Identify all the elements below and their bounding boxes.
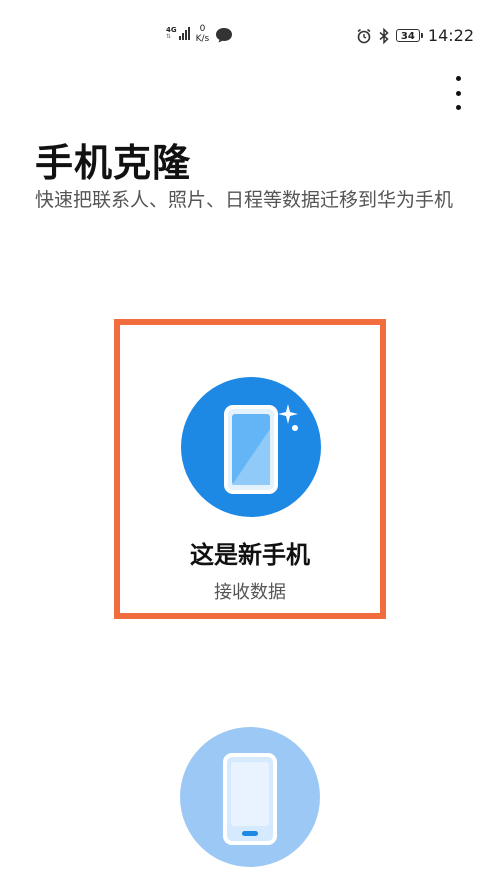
more-dot-icon [455,76,461,81]
network-speed: 0 K/s [196,24,210,44]
more-options-button[interactable] [448,76,468,110]
new-phone-subtitle: 接收数据 [214,582,286,603]
old-phone-option[interactable] [180,727,320,867]
new-phone-circle [181,377,321,517]
signal-icon [178,26,190,40]
status-right: 34 14:22 [356,26,474,45]
page-subtitle: 快速把联系人、照片、日程等数据迁移到华为手机 [35,189,454,211]
old-phone-circle [180,727,320,867]
speed-value: 0 [199,24,206,34]
bluetooth-icon [379,27,389,44]
speed-unit: K/s [195,34,210,44]
battery-icon: 34 [395,29,423,42]
new-phone-icon [224,404,298,494]
cellular-indicator: 4G ⇅ [166,26,190,40]
battery-level: 34 [400,31,415,42]
new-phone-title: 这是新手机 [190,541,310,569]
more-dot-icon [455,105,461,110]
status-bar: 4G ⇅ 0 K/s 34 14:22 [0,0,500,70]
status-indicators: 4G ⇅ 0 K/s [166,24,233,44]
page-title: 手机克隆 [35,141,192,185]
more-dot-icon [455,90,461,96]
alarm-icon [357,28,371,43]
message-icon [216,28,233,43]
old-phone-icon [223,753,277,845]
new-phone-option[interactable]: 这是新手机 接收数据 [114,319,386,619]
clock: 14:22 [427,26,474,45]
